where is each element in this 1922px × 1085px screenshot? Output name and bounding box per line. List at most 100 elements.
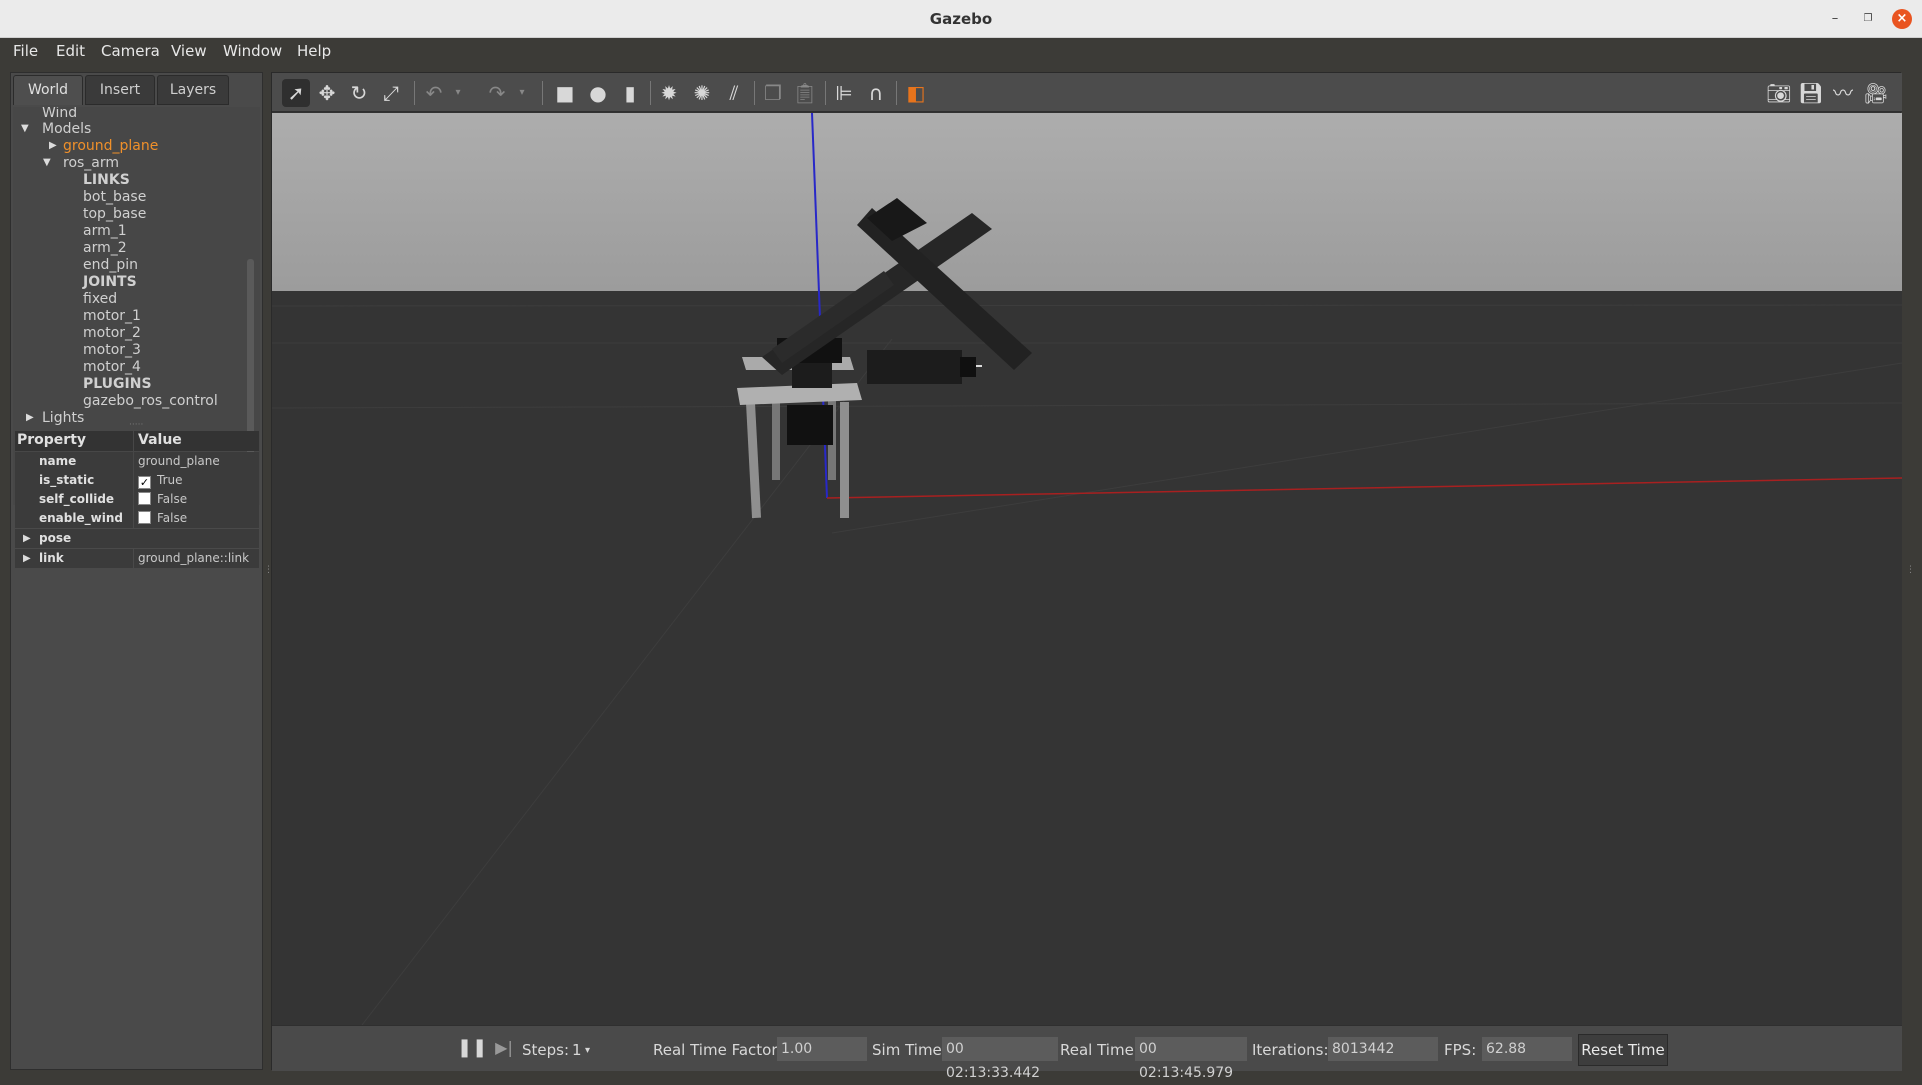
collapse-arrow-icon[interactable]: ▶ xyxy=(26,412,34,423)
menu-edit[interactable]: Edit xyxy=(56,42,85,60)
tree-item-joint[interactable]: motor_3 xyxy=(83,342,141,358)
scale-icon[interactable]: ⤢ xyxy=(377,79,405,107)
expand-arrow-icon[interactable]: ▼ xyxy=(21,123,29,134)
tree-header-joints: JOINTS xyxy=(83,274,137,290)
value-header: Value xyxy=(134,431,259,451)
enable-wind-checkbox[interactable] xyxy=(138,511,151,524)
menu-camera[interactable]: Camera xyxy=(101,42,160,60)
maximize-icon[interactable]: ❐ xyxy=(1858,9,1878,29)
menu-help[interactable]: Help xyxy=(297,42,331,60)
pause-icon[interactable]: ❚❚ xyxy=(457,1034,487,1062)
close-icon[interactable]: × xyxy=(1892,9,1912,29)
record-video-icon[interactable]: 🎥︎ xyxy=(1862,79,1890,107)
tree-item-wind[interactable]: Wind xyxy=(42,107,77,121)
tree-item-joint[interactable]: fixed xyxy=(83,291,117,307)
property-link-label[interactable]: link xyxy=(15,549,133,568)
cylinder-icon[interactable]: ▮ xyxy=(616,79,644,107)
is-static-checkbox[interactable]: ✓ xyxy=(138,476,151,489)
sky-background xyxy=(272,113,1902,291)
log-icon[interactable]: 💾︎ xyxy=(1797,79,1825,107)
enable-wind-text: False xyxy=(157,511,188,525)
tab-world[interactable]: World xyxy=(13,75,83,105)
redo-history-icon[interactable]: ▾ xyxy=(508,79,536,107)
paste-icon[interactable]: 📋︎ xyxy=(791,79,819,107)
undo-history-icon[interactable]: ▾ xyxy=(444,79,472,107)
iterations-value: 8013442 xyxy=(1328,1037,1438,1061)
menu-bar: File Edit Camera View Window Help xyxy=(0,38,1922,64)
reset-time-button[interactable]: Reset Time xyxy=(1578,1034,1668,1066)
sim-time-label: Sim Time: xyxy=(872,1041,947,1059)
directional-light-icon[interactable]: ⫽ xyxy=(720,79,748,107)
property-is-static-value: ✓ True xyxy=(134,471,259,490)
expand-pose-icon[interactable]: ▶ xyxy=(23,533,31,544)
real-time-value: 00 02:13:45.979 xyxy=(1135,1037,1247,1081)
toolbar: ➚ ✥ ↻ ⤢ ↶ ▾ ↷ ▾ ■ ● ▮ ✹ ✺ ⫽ ❐ 📋︎ ⊫ ∩ ◧ 📷… xyxy=(272,73,1902,112)
tree-header-plugins: PLUGINS xyxy=(83,376,152,392)
property-pose-label[interactable]: pose xyxy=(15,529,259,548)
tree-item-ros-arm[interactable]: ros_arm xyxy=(63,155,119,171)
property-is-static-label: is_static xyxy=(15,471,133,490)
property-link-value: ground_plane::link xyxy=(134,549,259,568)
tree-item-link[interactable]: top_base xyxy=(83,206,146,222)
rtf-label: Real Time Factor: xyxy=(653,1041,783,1059)
redo-icon[interactable]: ↷ xyxy=(483,79,511,107)
property-header: Property xyxy=(15,431,133,451)
tab-layers[interactable]: Layers xyxy=(157,75,229,105)
collapse-arrow-icon[interactable]: ▶ xyxy=(49,140,57,151)
tree-item-plugin[interactable]: gazebo_ros_control xyxy=(83,393,218,409)
tree-item-link[interactable]: arm_2 xyxy=(83,240,127,256)
tree-item-link[interactable]: end_pin xyxy=(83,257,138,273)
steps-spinner[interactable]: 1 xyxy=(572,1041,582,1059)
tree-item-joint[interactable]: motor_1 xyxy=(83,308,141,324)
snap-icon[interactable]: ∩ xyxy=(862,79,890,107)
view-angle-icon[interactable]: ◧ xyxy=(902,79,930,107)
copy-icon[interactable]: ❐ xyxy=(759,79,787,107)
property-enable-wind-label: enable_wind xyxy=(15,509,133,528)
window-title: Gazebo xyxy=(929,10,993,28)
step-icon[interactable]: ▶| xyxy=(490,1034,518,1062)
tree-item-models[interactable]: Models xyxy=(42,121,91,137)
is-static-text: True xyxy=(157,473,183,487)
fps-label: FPS: xyxy=(1444,1041,1477,1059)
tree-item-link[interactable]: bot_base xyxy=(83,189,146,205)
self-collide-checkbox[interactable] xyxy=(138,492,151,505)
property-name-value[interactable]: ground_plane xyxy=(134,452,259,471)
menu-view[interactable]: View xyxy=(171,42,207,60)
panel-splitter-handle[interactable]: ····· xyxy=(129,420,143,430)
property-name-label: name xyxy=(15,452,133,471)
minimize-icon[interactable]: – xyxy=(1825,9,1845,29)
tree-item-ground-plane[interactable]: ground_plane xyxy=(63,138,158,154)
viewport-panel: ➚ ✥ ↻ ⤢ ↶ ▾ ↷ ▾ ■ ● ▮ ✹ ✺ ⫽ ❐ 📋︎ ⊫ ∩ ◧ 📷… xyxy=(271,72,1903,1081)
tree-item-link[interactable]: arm_1 xyxy=(83,223,127,239)
steps-label: Steps: xyxy=(522,1041,570,1059)
box-icon[interactable]: ■ xyxy=(551,79,579,107)
menu-file[interactable]: File xyxy=(13,42,38,60)
3d-scene[interactable] xyxy=(271,112,1903,1026)
tree-item-joint[interactable]: motor_4 xyxy=(83,359,141,375)
tree-item-lights[interactable]: Lights xyxy=(42,410,84,426)
menu-window[interactable]: Window xyxy=(223,42,282,60)
steps-dropdown-icon[interactable]: ▾ xyxy=(585,1045,590,1056)
scene-canvas[interactable] xyxy=(271,112,1903,1026)
rotate-icon[interactable]: ↻ xyxy=(345,79,373,107)
align-icon[interactable]: ⊫ xyxy=(830,79,858,107)
left-panel: World Insert Layers Wind ▼ Models ▶ grou… xyxy=(10,72,263,1070)
property-self-collide-label: self_collide xyxy=(15,490,133,509)
right-splitter-handle[interactable]: ⋮ xyxy=(1906,565,1915,575)
ground-plane xyxy=(272,291,1902,1025)
point-light-icon[interactable]: ✹ xyxy=(655,79,683,107)
expand-arrow-icon[interactable]: ▼ xyxy=(43,157,51,168)
spot-light-icon[interactable]: ✺ xyxy=(688,79,716,107)
plot-icon[interactable]: 〰 xyxy=(1829,79,1857,107)
tree-item-joint[interactable]: motor_2 xyxy=(83,325,141,341)
translate-icon[interactable]: ✥ xyxy=(313,79,341,107)
real-time-label: Real Time: xyxy=(1060,1041,1139,1059)
expand-link-icon[interactable]: ▶ xyxy=(23,553,31,564)
sphere-icon[interactable]: ● xyxy=(584,79,612,107)
screenshot-icon[interactable]: 📷︎ xyxy=(1765,79,1793,107)
select-mode-icon[interactable]: ➚ xyxy=(282,79,310,107)
property-self-collide-value: False xyxy=(134,490,259,509)
bottom-status-bar: ❚❚ ▶| Steps: 1 ▾ Real Time Factor: 1.00 … xyxy=(272,1025,1902,1081)
sim-time-value: 00 02:13:33.442 xyxy=(942,1037,1058,1081)
tab-insert[interactable]: Insert xyxy=(85,75,155,105)
